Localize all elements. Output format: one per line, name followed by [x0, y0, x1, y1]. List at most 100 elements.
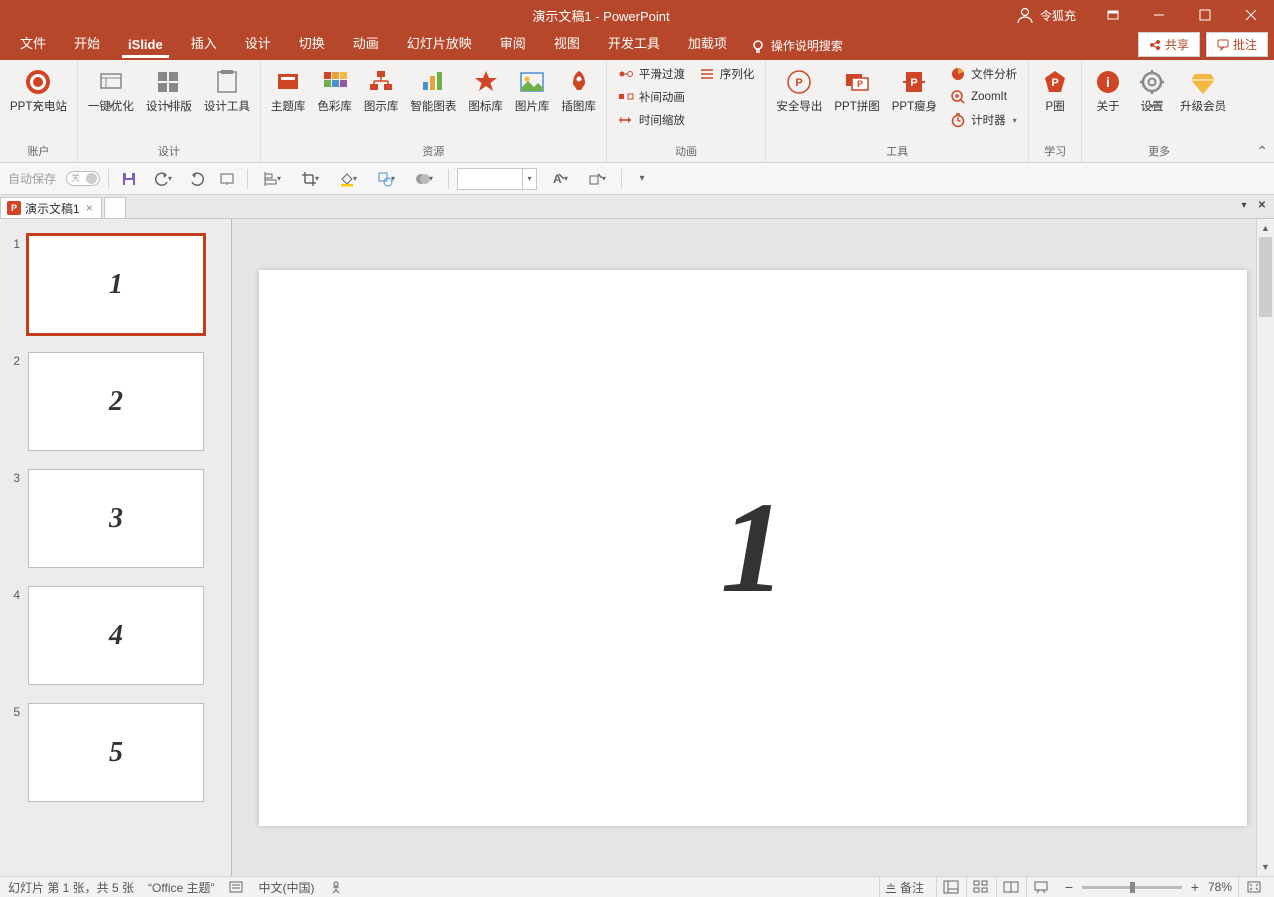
slide-thumbnail-row: 4 4	[0, 584, 231, 701]
sorter-view-button[interactable]	[966, 877, 996, 897]
theme-lib-button[interactable]: 主题库	[265, 62, 312, 114]
slide-canvas-area[interactable]: 1 ▲ ▼	[232, 219, 1274, 876]
user-account[interactable]: 令狐充	[1002, 0, 1090, 30]
shape-button[interactable]: ▾	[370, 167, 402, 191]
autosave-toggle[interactable]: 关	[66, 171, 100, 186]
eyedropper-text-button[interactable]: A▾	[543, 167, 575, 191]
slide-thumbnail-panel[interactable]: 1 1 2 2 3 3 4 4 5 5	[0, 219, 232, 876]
tab-addins[interactable]: 加载项	[674, 27, 741, 60]
illustration-lib-button[interactable]: 插图库	[555, 62, 602, 114]
file-analysis-button[interactable]: 文件分析	[947, 64, 1020, 84]
minimize-button[interactable]	[1136, 0, 1182, 30]
vertical-scrollbar[interactable]: ▲ ▼	[1256, 219, 1274, 876]
accessibility-button[interactable]	[328, 880, 344, 894]
tell-me-search[interactable]: 操作说明搜索	[741, 37, 853, 60]
tab-devtools[interactable]: 开发工具	[594, 27, 674, 60]
slide-counter[interactable]: 幻灯片 第 1 张，共 5 张	[8, 879, 134, 896]
spellcheck-button[interactable]	[228, 880, 244, 894]
timescale-button[interactable]: 时间缩放	[615, 110, 688, 130]
sequence-button[interactable]: 序列化	[696, 64, 758, 84]
align-button[interactable]: ▾	[256, 167, 288, 191]
settings-button[interactable]: 设置 ▾	[1130, 62, 1174, 114]
ppt-slim-button[interactable]: P PPT瘦身	[886, 62, 943, 114]
tab-slideshow[interactable]: 幻灯片放映	[393, 27, 486, 60]
ribbon-group-account: PPT充电站 ▾ 账户	[0, 60, 78, 162]
tab-home[interactable]: 开始	[60, 27, 114, 60]
ribbon-display-button[interactable]	[1090, 0, 1136, 30]
scrollbar-thumb[interactable]	[1259, 237, 1272, 317]
zoom-in-button[interactable]: +	[1188, 879, 1202, 895]
slide-thumbnail-1[interactable]: 1	[28, 235, 204, 334]
zoom-slider-handle[interactable]	[1130, 882, 1135, 893]
theme-indicator[interactable]: “Office 主题”	[148, 879, 214, 896]
tab-insert[interactable]: 插入	[177, 27, 231, 60]
tab-islide[interactable]: iSlide	[114, 31, 177, 60]
scroll-up-button[interactable]: ▲	[1257, 219, 1274, 237]
start-from-beginning-button[interactable]	[215, 167, 239, 191]
layout-button[interactable]: 设计排版 ▾	[140, 62, 198, 114]
slide-thumbnail-2[interactable]: 2	[28, 352, 204, 451]
image-lib-button[interactable]: 图片库	[509, 62, 556, 114]
optimize-button[interactable]: 一键优化 ▾	[82, 62, 140, 114]
design-tools-button[interactable]: 设计工具	[198, 62, 256, 114]
tab-transitions[interactable]: 切换	[285, 27, 339, 60]
zoom-out-button[interactable]: −	[1062, 879, 1076, 895]
comments-button[interactable]: 批注	[1206, 32, 1268, 57]
fill-color-button[interactable]: ▾	[332, 167, 364, 191]
about-button[interactable]: i 关于	[1086, 62, 1130, 114]
zoom-percent[interactable]: 78%	[1208, 880, 1232, 894]
slide-canvas[interactable]: 1	[259, 270, 1247, 826]
save-button[interactable]	[117, 167, 141, 191]
export-button[interactable]: P 安全导出	[770, 62, 828, 114]
slideshow-view-button[interactable]	[1026, 877, 1056, 897]
upgrade-label: 升级会员	[1180, 100, 1226, 114]
ppt-join-button[interactable]: P PPT拼图	[828, 62, 885, 114]
smooth-transition-button[interactable]: 平滑过渡	[615, 64, 688, 84]
close-button[interactable]	[1228, 0, 1274, 30]
document-tab[interactable]: P 演示文稿1 ×	[0, 197, 102, 218]
normal-view-button[interactable]	[936, 877, 966, 897]
chevron-down-icon: ▾	[277, 174, 281, 183]
tab-review[interactable]: 审阅	[486, 27, 540, 60]
thumb-number: 3	[8, 469, 20, 485]
font-selector[interactable]: ▾	[457, 168, 537, 190]
tween-button[interactable]: 补间动画	[615, 87, 688, 107]
close-pane-button[interactable]: ✕	[1254, 197, 1270, 213]
tab-view[interactable]: 视图	[540, 27, 594, 60]
qat-customize-button[interactable]: ▾	[630, 167, 654, 191]
slide-thumbnail-5[interactable]: 5	[28, 703, 204, 802]
zoomit-button[interactable]: ZoomIt	[947, 87, 1020, 107]
collapse-ribbon-button[interactable]: ⌃	[1256, 143, 1268, 160]
info-icon: i	[1094, 68, 1122, 96]
slide-thumbnail-4[interactable]: 4	[28, 586, 204, 685]
zoom-slider[interactable]	[1082, 886, 1182, 889]
scroll-down-button[interactable]: ▼	[1257, 858, 1274, 876]
tab-design[interactable]: 设计	[231, 27, 285, 60]
new-document-tab[interactable]	[104, 197, 126, 218]
tab-menu-button[interactable]: ▾	[1236, 197, 1252, 213]
diagram-lib-button[interactable]: 图示库	[358, 62, 405, 114]
language-button[interactable]: 中文(中国)	[258, 879, 314, 896]
close-tab-button[interactable]: ×	[84, 201, 95, 215]
icon-lib-button[interactable]: 图标库	[462, 62, 509, 114]
sequence-icon	[699, 66, 715, 82]
slide-thumbnail-3[interactable]: 3	[28, 469, 204, 568]
tab-animations[interactable]: 动画	[339, 27, 393, 60]
tab-file[interactable]: 文件	[6, 27, 60, 60]
pquan-button[interactable]: P P圈	[1033, 62, 1077, 114]
redo-button[interactable]	[185, 167, 209, 191]
undo-button[interactable]: ▾	[147, 167, 179, 191]
crop-button[interactable]: ▾	[294, 167, 326, 191]
smart-chart-button[interactable]: 智能图表	[404, 62, 462, 114]
ppt-station-button[interactable]: PPT充电站 ▾	[4, 62, 73, 114]
share-button[interactable]: 共享	[1138, 32, 1200, 57]
maximize-button[interactable]	[1182, 0, 1228, 30]
eyedropper-shape-button[interactable]: ▾	[581, 167, 613, 191]
reading-view-button[interactable]	[996, 877, 1026, 897]
upgrade-button[interactable]: 升级会员	[1174, 62, 1232, 114]
fit-to-window-button[interactable]	[1238, 877, 1268, 897]
color-lib-button[interactable]: 色彩库	[311, 62, 358, 114]
timer-button[interactable]: 计时器▾	[947, 110, 1020, 130]
notes-button[interactable]: ≐ 备注	[879, 877, 930, 897]
merge-shapes-button[interactable]: ▾	[408, 167, 440, 191]
